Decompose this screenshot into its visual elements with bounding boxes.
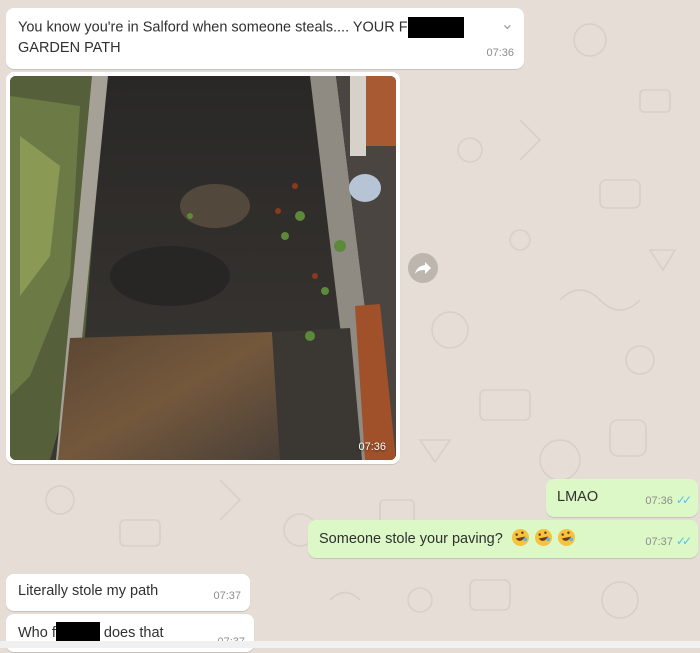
rolling-laughing-emoji-icon	[534, 528, 552, 547]
message-text-cont: does that	[103, 624, 164, 641]
rolling-laughing-emoji-icon	[511, 528, 529, 547]
message-text: Literally stole my path	[18, 583, 159, 599]
read-ticks-icon: ✓✓	[675, 493, 692, 507]
forward-button[interactable]	[408, 253, 438, 283]
message-text-line2: GARDEN PATH	[18, 40, 121, 56]
message-time: 07:37 ✓✓	[645, 534, 692, 548]
forward-icon	[415, 262, 431, 274]
outgoing-message-lmao[interactable]: LMAO 07:36 ✓✓	[546, 479, 698, 517]
photo-time: 07:36	[358, 441, 386, 453]
outgoing-message-paving[interactable]: Someone stole your paving? 07:37 ✓✓	[308, 520, 698, 558]
incoming-photo-message[interactable]: 07:36	[6, 72, 400, 464]
rolling-laughing-emoji-icon	[557, 528, 575, 547]
bottom-bar	[0, 641, 700, 648]
incoming-message-literally[interactable]: Literally stole my path 07:37	[6, 574, 250, 611]
message-text: You know you're in Salford when someone …	[18, 19, 408, 36]
message-time: 07:37	[213, 590, 241, 602]
garden-path-photo[interactable]: 07:36	[10, 76, 396, 460]
chevron-down-icon[interactable]: ⌄	[501, 14, 514, 35]
read-ticks-icon: ✓✓	[675, 534, 692, 548]
message-text: Who f	[18, 624, 56, 641]
message-text: LMAO	[557, 489, 599, 505]
message-text: Someone stole your paving?	[319, 531, 503, 547]
message-time: 07:36	[486, 47, 514, 59]
message-time: 07:36 ✓✓	[645, 493, 692, 507]
incoming-message-1[interactable]: You know you're in Salford when someone …	[6, 8, 524, 69]
redaction-block	[407, 17, 464, 38]
